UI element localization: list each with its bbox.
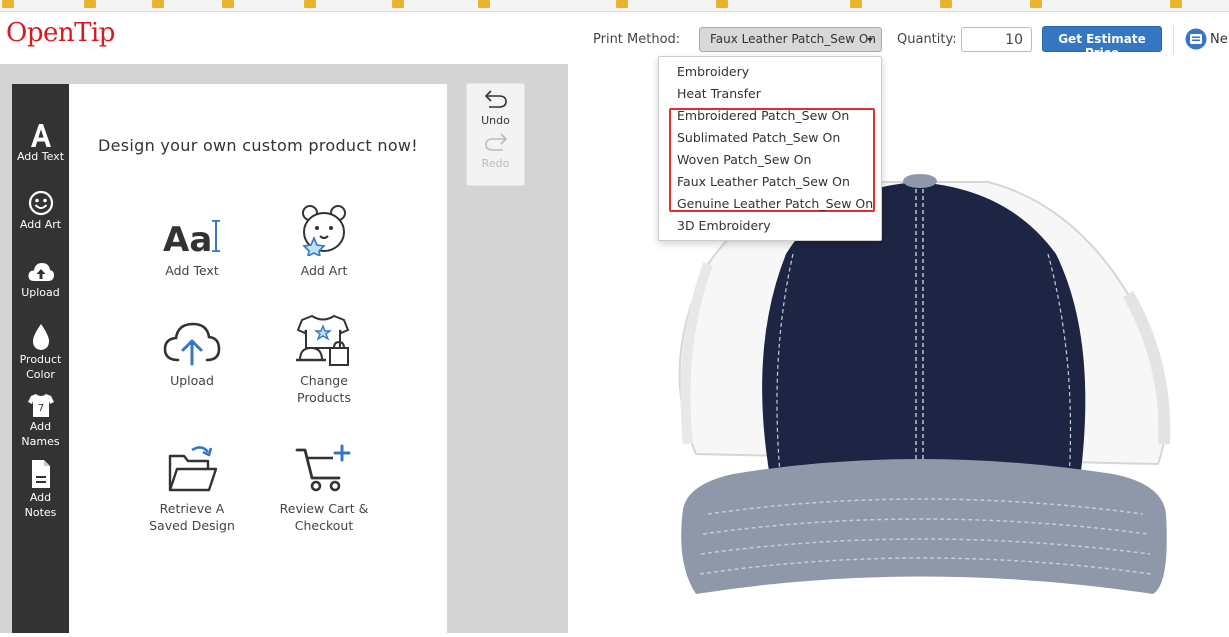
bookmark-folder-icon[interactable] (940, 0, 952, 8)
print-method-label: Print Method: (593, 32, 681, 47)
undo-button[interactable]: Undo (467, 84, 524, 127)
bookmark-folder-icon[interactable] (392, 0, 404, 8)
bookmark-folder-icon[interactable] (850, 0, 862, 8)
art-icon (302, 205, 346, 256)
sidebar: Add Text Add Art Upload Product Color 7 … (12, 84, 69, 633)
panel-title: Design your own custom product now! (97, 136, 419, 155)
option-woven-patch[interactable]: Woven Patch_Sew On (677, 152, 811, 167)
print-method-dropdown: Embroidery Heat Transfer Embroidered Pat… (658, 56, 882, 241)
redo-button[interactable]: Redo (467, 127, 524, 170)
sidebar-item-add-art[interactable]: Add Art (12, 190, 69, 232)
sidebar-item-label: Upload (21, 286, 60, 299)
print-method-value: Faux Leather Patch_Sew On (710, 32, 876, 46)
option-embroidery[interactable]: Embroidery (677, 64, 749, 79)
bookmark-folder-icon[interactable] (152, 0, 164, 8)
quantity-input[interactable]: 10 (961, 27, 1032, 52)
letter-a-icon (30, 124, 51, 147)
header-link[interactable]: Ne (1210, 32, 1228, 47)
products-icon (296, 314, 350, 366)
tool-label: Upload (170, 373, 214, 388)
logo[interactable]: OpenTip (6, 18, 115, 48)
drop-icon (32, 324, 49, 350)
bookmarks-bar (0, 0, 1229, 12)
smiley-icon (28, 190, 53, 216)
bookmark-folder-icon[interactable] (1170, 0, 1182, 8)
bookmark-folder-icon[interactable] (616, 0, 628, 8)
redo-label: Redo (481, 157, 510, 170)
tool-upload[interactable]: Upload (127, 310, 257, 389)
sidebar-item-label: Add Notes (24, 491, 57, 519)
option-embroidered-patch[interactable]: Embroidered Patch_Sew On (677, 108, 849, 123)
cart-icon (295, 444, 351, 492)
tool-label: Change Products (297, 373, 351, 405)
tool-label: Retrieve A Saved Design (149, 501, 235, 533)
jersey-icon: 7 (27, 394, 54, 417)
sidebar-item-add-names[interactable]: 7 Add Names (12, 392, 69, 449)
tool-review-cart[interactable]: Review Cart & Checkout (259, 438, 389, 534)
tool-label: Add Art (300, 263, 348, 278)
sidebar-item-label: Add Names (21, 420, 60, 448)
folder-icon (168, 446, 218, 492)
sidebar-item-product-color[interactable]: Product Color (12, 323, 69, 382)
history-controls: Undo Redo (466, 83, 525, 186)
sidebar-item-add-notes[interactable]: Add Notes (12, 459, 69, 520)
cloud-upload-icon (27, 263, 54, 281)
sidebar-item-upload[interactable]: Upload (12, 260, 69, 300)
bookmark-folder-icon[interactable] (222, 0, 234, 8)
option-sublimated-patch[interactable]: Sublimated Patch_Sew On (677, 130, 840, 145)
svg-text:7: 7 (37, 403, 43, 414)
note-icon (31, 460, 50, 488)
tool-add-art[interactable]: Add Art (259, 200, 389, 279)
option-heat-transfer[interactable]: Heat Transfer (677, 86, 761, 101)
caret-down-icon (867, 38, 873, 42)
tool-change-products[interactable]: Change Products (259, 310, 389, 406)
sidebar-item-add-text[interactable]: Add Text (12, 122, 69, 164)
option-genuine-leather-patch[interactable]: Genuine Leather Patch_Sew On (677, 196, 873, 211)
redo-icon (484, 133, 507, 151)
print-method-select[interactable]: Faux Leather Patch_Sew On (699, 27, 882, 52)
sidebar-item-label: Product Color (19, 353, 62, 381)
divider (1173, 26, 1174, 54)
tool-add-text[interactable]: Aa Add Text (127, 200, 257, 279)
tool-label: Add Text (165, 263, 219, 278)
svg-text:Aa: Aa (163, 220, 212, 256)
option-faux-leather-patch[interactable]: Faux Leather Patch_Sew On (677, 174, 850, 189)
undo-icon (484, 90, 507, 108)
tool-retrieve-design[interactable]: Retrieve A Saved Design (127, 438, 257, 534)
sidebar-item-label: Add Art (19, 218, 62, 231)
newsletter-icon[interactable] (1185, 28, 1207, 50)
undo-label: Undo (481, 114, 510, 127)
bookmark-folder-icon[interactable] (304, 0, 316, 8)
bookmark-folder-icon[interactable] (716, 0, 728, 8)
design-panel: Design your own custom product now! Aa A… (69, 84, 447, 633)
bookmark-folder-icon[interactable] (1030, 0, 1042, 8)
cloud-upload-icon (163, 322, 221, 366)
get-estimate-button[interactable]: Get Estimate Price (1042, 26, 1162, 60)
bookmark-folder-icon[interactable] (84, 0, 96, 8)
sidebar-item-label: Add Text (16, 150, 65, 163)
text-aa-icon: Aa (163, 220, 220, 256)
quantity-label: Quantity: (897, 32, 957, 47)
bookmark-folder-icon[interactable] (478, 0, 490, 8)
bookmark-folder-icon[interactable] (2, 0, 14, 8)
tool-label: Review Cart & Checkout (279, 501, 369, 533)
option-3d-embroidery[interactable]: 3D Embroidery (677, 218, 771, 233)
